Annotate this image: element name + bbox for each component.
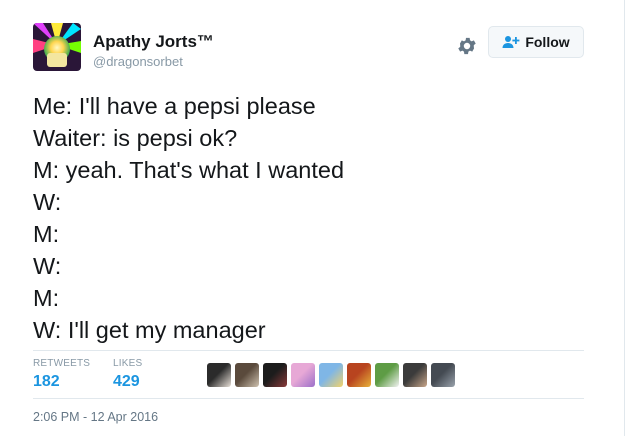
add-user-icon <box>502 35 520 49</box>
author-avatar[interactable] <box>33 23 81 71</box>
stats-top-divider <box>33 350 584 351</box>
stats-bottom-divider <box>33 398 584 399</box>
tweet-line: W: <box>33 253 62 279</box>
likes-count: 429 <box>113 373 140 390</box>
follow-button-label: Follow <box>525 34 570 50</box>
likes-label: LIKES <box>113 358 143 369</box>
tweet-line: W: I'll get my manager <box>33 317 266 343</box>
tweet-line: Waiter: is pepsi ok? <box>33 125 238 151</box>
tweet-line: M: <box>33 221 60 247</box>
retweets-label: RETWEETS <box>33 358 91 369</box>
liker-avatar-2[interactable] <box>235 363 259 387</box>
liker-avatar-5[interactable] <box>319 363 343 387</box>
liker-avatar-4[interactable] <box>291 363 315 387</box>
likes-stat[interactable]: LIKES 429 <box>113 358 142 391</box>
follow-button[interactable]: Follow <box>488 26 584 58</box>
tweet-text: Me: I'll have a pepsi please Waiter: is … <box>33 90 593 346</box>
liker-avatar-3[interactable] <box>263 363 287 387</box>
retweets-count: 182 <box>33 373 60 390</box>
tweet-line: M: <box>33 285 60 311</box>
gear-icon[interactable] <box>456 35 478 57</box>
retweets-stat[interactable]: RETWEETS 182 <box>33 358 90 391</box>
liker-avatar-1[interactable] <box>207 363 231 387</box>
liker-avatar-6[interactable] <box>347 363 371 387</box>
liker-avatar-8[interactable] <box>403 363 427 387</box>
tweet-timestamp[interactable]: 2:06 PM - 12 Apr 2016 <box>33 410 158 424</box>
tweet-line: M: yeah. That's what I wanted <box>33 157 345 183</box>
liker-avatar-7[interactable] <box>375 363 399 387</box>
liker-avatar-9[interactable] <box>431 363 455 387</box>
liker-avatars <box>207 363 455 387</box>
tweet-line: W: <box>33 189 62 215</box>
tweet-header: Apathy Jorts™ @dragonsorbet Follow <box>33 23 593 73</box>
tweet-card: Apathy Jorts™ @dragonsorbet Follow Me: I… <box>0 0 625 436</box>
tweet-line: Me: I'll have a pepsi please <box>33 93 316 119</box>
author-name[interactable]: Apathy Jorts™ <box>93 32 214 52</box>
author-handle[interactable]: @dragonsorbet <box>93 54 183 69</box>
